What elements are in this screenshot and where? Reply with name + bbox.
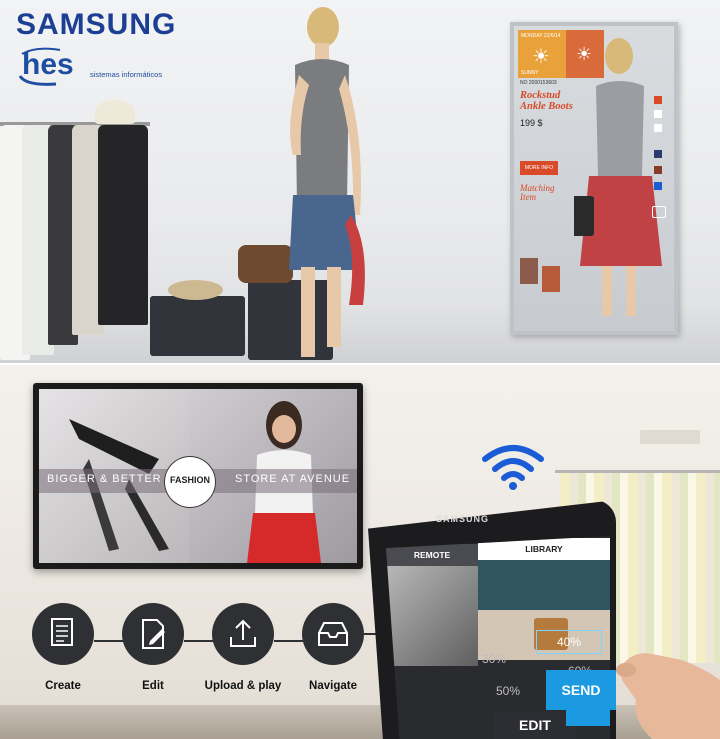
signage-screen: BIGGER & BETTER STORE AT AVENUE FASHION: [39, 389, 357, 563]
shelf-item: [640, 430, 700, 444]
library-item-shoes[interactable]: [386, 566, 478, 666]
create-step-button[interactable]: [32, 603, 94, 665]
weather-status: SUNNY: [521, 70, 539, 76]
signage-display: BIGGER & BETTER STORE AT AVENUE FASHION: [33, 383, 363, 569]
promo-right-text: STORE AT AVENUE: [235, 473, 351, 485]
hes-tagline: sistemas informáticos: [90, 70, 163, 79]
matching-item-title: Matching Item: [520, 183, 555, 202]
weather-widget-secondary: ☀: [566, 30, 604, 78]
hes-swoosh-icon: [18, 47, 61, 86]
weather-date: MONDAY 22/6/14: [521, 33, 561, 39]
send-button[interactable]: SEND: [546, 670, 616, 710]
color-swatch[interactable]: [654, 182, 662, 190]
shopper-figure: [289, 7, 365, 357]
upload-step-button[interactable]: [212, 603, 274, 665]
navigate-step-button[interactable]: [302, 603, 364, 665]
library-item-model[interactable]: [478, 560, 610, 610]
camera-icon[interactable]: [652, 206, 666, 218]
size-option[interactable]: [654, 96, 662, 104]
matching-item-thumbnail[interactable]: [542, 266, 560, 292]
promo-left-text: BIGGER & BETTER: [47, 473, 162, 485]
hat: [95, 100, 135, 124]
edit-step-button[interactable]: [122, 603, 184, 665]
wifi-icon: [482, 445, 544, 490]
more-info-button[interactable]: MORE INFO: [520, 161, 558, 175]
step-connector: [94, 640, 124, 642]
badge-label: FASHION: [169, 475, 210, 485]
smart-mirror-display: MONDAY 22/6/14 ☀ SUNNY ☀ NO 2000153603 R…: [510, 22, 678, 335]
upload-icon: [230, 619, 256, 647]
document-icon: [51, 618, 73, 646]
product-price: 199 $: [520, 118, 543, 128]
edit-icon: [142, 619, 165, 649]
weather-widget: MONDAY 22/6/14 ☀ SUNNY: [518, 30, 566, 78]
size-option[interactable]: [654, 110, 662, 118]
phone-clip: SAMSUNG REMOTE LIBRARY 30% 40% 50% 60% E…: [368, 500, 616, 739]
product-number: NO 2000153603: [520, 80, 557, 86]
ottoman: [150, 296, 245, 356]
step-label-upload: Upload & play: [204, 680, 282, 692]
step-label-edit: Edit: [142, 680, 164, 692]
sun-icon: ☀: [576, 44, 593, 64]
option-50[interactable]: 50%: [496, 684, 520, 698]
color-swatch[interactable]: [654, 166, 662, 174]
phone-brand: SAMSUNG: [436, 514, 490, 524]
straw-hat: [168, 280, 223, 300]
option-40[interactable]: 40%: [536, 630, 602, 654]
edit-button[interactable]: EDIT: [494, 712, 576, 739]
samsung-logo: SAMSUNG: [16, 8, 177, 41]
inbox-icon: [318, 622, 348, 646]
sun-icon: ☀: [532, 46, 550, 68]
matching-item-thumbnail[interactable]: [520, 258, 538, 284]
color-swatch[interactable]: [654, 150, 662, 158]
hand-pointer: [616, 653, 720, 739]
fashion-badge: FASHION: [164, 456, 216, 508]
garment: [98, 125, 148, 325]
step-label-navigate: Navigate: [309, 680, 357, 692]
size-option[interactable]: [654, 124, 662, 132]
option-30[interactable]: 30%: [482, 652, 506, 666]
top-panel: SAMSUNG hes sistemas informáticos MONDAY…: [0, 0, 720, 365]
step-connector: [184, 640, 214, 642]
product-title: Rockstud Ankle Boots: [520, 90, 573, 112]
step-label-create: Create: [45, 680, 81, 692]
step-connector: [274, 640, 304, 642]
hes-logo: hes sistemas informáticos: [18, 47, 162, 86]
